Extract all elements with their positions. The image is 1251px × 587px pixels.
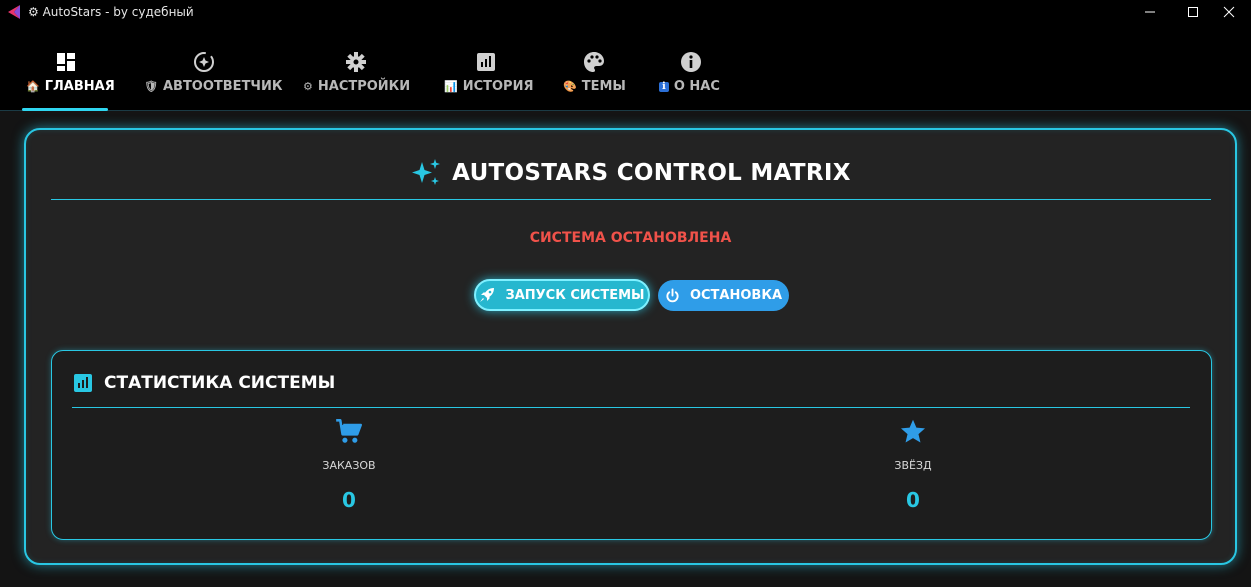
- tab-home-label: ГЛАВНАЯ: [44, 79, 115, 94]
- control-matrix-panel: AUTOSTARS CONTROL MATRIX СИСТЕМА ОСТАНОВ…: [24, 128, 1237, 565]
- tab-settings[interactable]: ⚙ НАСТРОЙКИ: [302, 24, 412, 111]
- tab-themes[interactable]: 🎨 ТЕМЫ: [563, 24, 627, 111]
- stats-chart-icon: [74, 374, 92, 392]
- tab-themes-label: ТЕМЫ: [581, 79, 626, 94]
- title-divider: [51, 199, 1211, 200]
- info-icon: [680, 51, 702, 73]
- tab-autoresponder-label-wrap: 🛡 АВТООТВЕТЧИК: [144, 79, 282, 94]
- title-gear-icon: ⚙: [28, 5, 43, 19]
- gear-emoji-icon: ⚙: [303, 80, 313, 93]
- title-bar: ⚙ AutoStars - by судебный: [0, 0, 1251, 24]
- page-title: AUTOSTARS CONTROL MATRIX: [26, 158, 1235, 188]
- dashboard-icon: [55, 51, 77, 73]
- tab-history[interactable]: 📊 ИСТОРИЯ: [443, 24, 533, 111]
- orders-stat: ЗАКАЗОВ 0: [249, 417, 449, 512]
- tab-about[interactable]: ℹ О НАС: [659, 24, 727, 111]
- stats-title-text: СТАТИСТИКА СИСТЕМЫ: [104, 373, 336, 393]
- tab-about-label-wrap: ℹ О НАС: [659, 79, 720, 94]
- tab-autoresponder-label: АВТООТВЕТЧИК: [162, 79, 283, 94]
- minimize-button[interactable]: [1127, 0, 1173, 24]
- window-title-text: AutoStars - by судебный: [42, 5, 194, 19]
- shield-emoji-icon: 🛡: [144, 80, 158, 93]
- tab-themes-label-wrap: 🎨 ТЕМЫ: [563, 79, 626, 94]
- palette-emoji-icon: 🎨: [563, 80, 577, 93]
- autoresponder-icon: [193, 51, 215, 73]
- tab-bar: 🏠 ГЛАВНАЯ 🛡 АВТООТВЕТЧИК ⚙ НАСТРОЙКИ 📊 ИСТОР…: [0, 24, 1251, 111]
- orders-value: 0: [342, 488, 356, 512]
- active-tab-indicator: [22, 108, 108, 111]
- home-emoji-icon: 🏠: [26, 80, 40, 93]
- chart-icon: [475, 51, 497, 73]
- tab-home[interactable]: 🏠 ГЛАВНАЯ: [22, 24, 115, 111]
- power-icon: [666, 288, 679, 303]
- tab-about-label: О НАС: [673, 79, 720, 94]
- sparkles-icon: [412, 159, 441, 185]
- system-stats-panel: СТАТИСТИКА СИСТЕМЫ ЗАКАЗОВ 0 ЗВЁЗД 0: [51, 350, 1212, 540]
- system-status-text: СИСТЕМА ОСТАНОВЛЕНА: [529, 230, 732, 246]
- tab-autoresponder[interactable]: 🛡 АВТООТВЕТЧИК: [142, 24, 282, 111]
- close-icon: [1223, 6, 1235, 18]
- tab-settings-label: НАСТРОЙКИ: [317, 79, 411, 94]
- stop-system-label: ОСТАНОВКА: [689, 288, 783, 303]
- app-logo-icon: [8, 5, 20, 19]
- start-system-label: ЗАПУСК СИСТЕМЫ: [505, 287, 645, 303]
- tab-home-label-wrap: 🏠 ГЛАВНАЯ: [26, 79, 115, 94]
- tab-history-label: ИСТОРИЯ: [462, 79, 534, 94]
- maximize-icon: [1188, 7, 1198, 17]
- stats-title: СТАТИСТИКА СИСТЕМЫ: [74, 373, 335, 393]
- minimize-icon: [1145, 11, 1155, 13]
- star-icon: [813, 417, 1013, 447]
- tab-history-label-wrap: 📊 ИСТОРИЯ: [444, 79, 533, 94]
- rocket-icon: [480, 288, 495, 302]
- window-title: ⚙ AutoStars - by судебный: [28, 5, 194, 19]
- chart-emoji-icon: 📊: [444, 80, 458, 93]
- stars-value: 0: [906, 488, 920, 512]
- stop-system-button[interactable]: ОСТАНОВКА: [658, 280, 789, 311]
- palette-icon: [583, 51, 605, 73]
- page-title-text: AUTOSTARS CONTROL MATRIX: [452, 160, 851, 186]
- stats-divider: [72, 407, 1190, 408]
- start-system-button[interactable]: ЗАПУСК СИСТЕМЫ: [474, 279, 650, 311]
- stars-label: ЗВЁЗД: [894, 459, 932, 472]
- tab-settings-label-wrap: ⚙ НАСТРОЙКИ: [303, 79, 410, 94]
- stars-stat: ЗВЁЗД 0: [813, 417, 1013, 512]
- info-emoji-icon: ℹ: [659, 81, 669, 92]
- cart-icon: [249, 417, 449, 447]
- orders-label: ЗАКАЗОВ: [322, 459, 376, 472]
- close-button[interactable]: [1206, 0, 1251, 24]
- gear-icon: [345, 51, 367, 73]
